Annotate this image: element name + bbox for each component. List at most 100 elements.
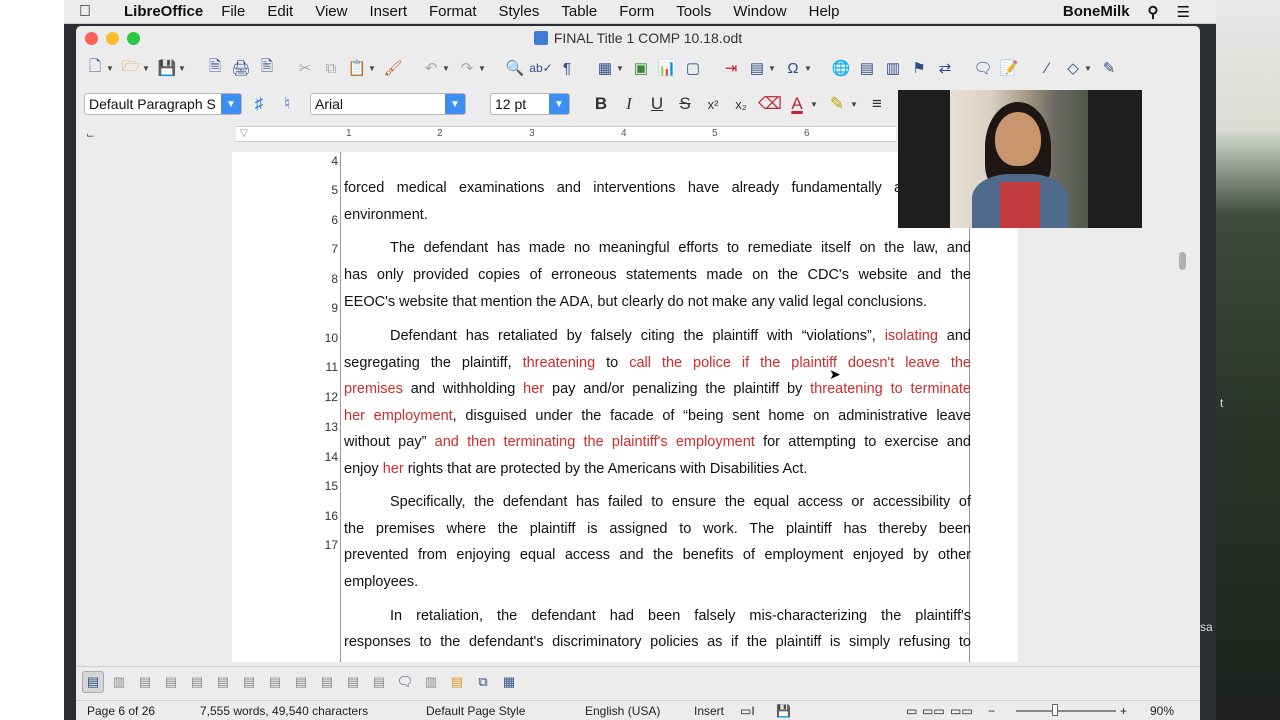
- shapes-dropdown-icon[interactable]: ▼: [1084, 64, 1094, 73]
- close-window-button[interactable]: [85, 31, 98, 45]
- formatting-marks-icon[interactable]: ¶: [556, 57, 578, 79]
- highlighting-dropdown-icon[interactable]: ▼: [850, 100, 860, 109]
- document-text-line[interactable]: segregating the plaintiff, threatening t…: [344, 355, 971, 371]
- horizontal-ruler[interactable]: ▽ 1 2 3 4 5 6: [236, 126, 896, 142]
- vertical-scrollbar[interactable]: [1176, 152, 1188, 662]
- document-page[interactable]: 1234567891011121314151617 forced medical…: [232, 152, 1018, 662]
- table-icon[interactable]: ▦: [594, 57, 616, 79]
- language-status[interactable]: English (USA): [585, 704, 660, 718]
- menu-help[interactable]: Help: [809, 3, 840, 20]
- zoom-slider[interactable]: [1016, 710, 1116, 712]
- document-text-line[interactable]: comply with the defendant's policies. Ea…: [344, 661, 971, 662]
- previous-change-icon[interactable]: ▤: [134, 671, 156, 693]
- chevron-down-icon[interactable]: ▼: [549, 94, 569, 114]
- multi-page-icon[interactable]: ⧉: [472, 671, 494, 693]
- multi-page-view-icon[interactable]: ▭▭: [922, 704, 945, 718]
- app-menu[interactable]: LibreOffice: [124, 3, 203, 20]
- document-text-line[interactable]: responses to the defendant's discriminat…: [344, 634, 971, 650]
- menu-tools[interactable]: Tools: [676, 3, 711, 20]
- update-style-icon[interactable]: ♯: [248, 94, 270, 114]
- page-navigation-icon[interactable]: ▤: [446, 671, 468, 693]
- clear-formatting-icon[interactable]: ⌫: [758, 94, 782, 114]
- accept-all-icon[interactable]: ▤: [238, 671, 260, 693]
- open-icon[interactable]: 🗁: [120, 57, 142, 79]
- font-color-dropdown-icon[interactable]: ▼: [810, 100, 820, 109]
- footnote-icon[interactable]: ▤: [856, 57, 878, 79]
- save-dropdown-icon[interactable]: ▼: [178, 64, 188, 73]
- field-icon[interactable]: ▤: [746, 57, 768, 79]
- document-text-line[interactable]: has only provided copies of erroneous st…: [344, 267, 971, 283]
- subscript-icon[interactable]: x₂: [730, 97, 752, 112]
- special-character-dropdown-icon[interactable]: ▼: [804, 64, 814, 73]
- font-color-icon[interactable]: A: [786, 94, 808, 114]
- spotlight-search-icon[interactable]: ⚲: [1148, 3, 1159, 21]
- paste-icon[interactable]: 📋: [346, 57, 368, 79]
- copy-icon[interactable]: ⧉: [320, 57, 342, 79]
- menu-edit[interactable]: Edit: [267, 3, 293, 20]
- font-name-combo[interactable]: Arial ▼: [310, 93, 466, 115]
- reject-all-icon[interactable]: ▤: [264, 671, 286, 693]
- hyperlink-icon[interactable]: 🌐: [830, 57, 852, 79]
- paragraph-style-combo[interactable]: Default Paragraph S ▼: [84, 93, 242, 115]
- document-text-line[interactable]: without pay” and then terminating the pl…: [344, 434, 971, 450]
- chevron-down-icon[interactable]: ▼: [221, 94, 241, 114]
- menu-window[interactable]: Window: [733, 3, 786, 20]
- open-dropdown-icon[interactable]: ▼: [142, 64, 152, 73]
- redo-icon[interactable]: ↷: [456, 57, 478, 79]
- page-count-status[interactable]: Page 6 of 26: [87, 704, 155, 718]
- zoom-out-icon[interactable]: −: [988, 704, 995, 718]
- document-text-line[interactable]: her employment, disguised under the faca…: [344, 408, 971, 424]
- compare-icon[interactable]: ▤: [316, 671, 338, 693]
- new-style-icon[interactable]: ♮: [276, 94, 298, 114]
- next-change-icon[interactable]: ▤: [160, 671, 182, 693]
- document-text-line[interactable]: enjoy her rights that are protected by t…: [344, 461, 807, 477]
- page-break-icon[interactable]: ⇥: [720, 57, 742, 79]
- image-icon[interactable]: ▣: [630, 57, 652, 79]
- paste-dropdown-icon[interactable]: ▼: [368, 64, 378, 73]
- document-text-line[interactable]: The defendant has made no meaningful eff…: [344, 240, 971, 256]
- print-preview-icon[interactable]: 🖹: [256, 57, 278, 79]
- table-dropdown-icon[interactable]: ▼: [616, 64, 626, 73]
- accept-change-icon[interactable]: ▤: [186, 671, 208, 693]
- document-text-line[interactable]: the premises where the plaintiff is assi…: [344, 521, 971, 537]
- document-text-line[interactable]: forced medical examinations and interven…: [344, 180, 971, 196]
- document-text-line[interactable]: In retaliation, the defendant had been f…: [344, 608, 971, 624]
- menu-view[interactable]: View: [315, 3, 347, 20]
- book-view-icon[interactable]: ▦: [498, 671, 520, 693]
- export-pdf-icon[interactable]: 🗎: [204, 57, 226, 79]
- single-page-view-icon[interactable]: ▭: [906, 704, 917, 718]
- minimize-window-button[interactable]: [106, 31, 119, 45]
- endnote-icon[interactable]: ▥: [882, 57, 904, 79]
- textbox-icon[interactable]: ▢: [682, 57, 704, 79]
- insert-mode-status[interactable]: Insert: [694, 704, 724, 718]
- new-dropdown-icon[interactable]: ▼: [106, 64, 116, 73]
- zoom-slider-knob[interactable]: [1052, 704, 1058, 716]
- menu-table[interactable]: Table: [561, 3, 597, 20]
- protect-icon[interactable]: ▤: [368, 671, 390, 693]
- highlighting-icon[interactable]: ✎: [826, 94, 848, 114]
- align-left-icon[interactable]: ≡: [866, 94, 888, 114]
- special-character-icon[interactable]: Ω: [782, 57, 804, 79]
- document-text-line[interactable]: premises and withholding her pay and/or …: [344, 381, 971, 397]
- chart-icon[interactable]: 📊: [656, 57, 678, 79]
- zoom-in-icon[interactable]: +: [1120, 704, 1127, 718]
- indent-marker-icon[interactable]: ▽: [240, 128, 248, 139]
- document-area[interactable]: 1234567891011121314151617 forced medical…: [76, 152, 1200, 662]
- superscript-icon[interactable]: x²: [702, 97, 724, 112]
- line-icon[interactable]: ∕: [1036, 57, 1058, 79]
- document-modified-icon[interactable]: 💾: [776, 704, 791, 718]
- document-text-line[interactable]: prevented from enjoying equal access and…: [344, 547, 971, 563]
- clone-formatting-icon[interactable]: 🖌: [382, 57, 404, 79]
- scrollbar-thumb[interactable]: [1179, 252, 1186, 270]
- bold-button[interactable]: B: [590, 94, 612, 114]
- new-document-icon[interactable]: 🗋: [84, 57, 106, 79]
- menu-styles[interactable]: Styles: [499, 3, 540, 20]
- track-changes-show-icon[interactable]: ▥: [108, 671, 130, 693]
- notification-center-icon[interactable]: ☰: [1177, 3, 1190, 21]
- zoom-window-button[interactable]: [127, 31, 140, 45]
- print-icon[interactable]: 🖨: [230, 57, 252, 79]
- document-text-line[interactable]: Specifically, the defendant has failed t…: [344, 494, 971, 510]
- font-size-combo[interactable]: 12 pt ▼: [490, 93, 570, 115]
- draw-icon[interactable]: ✎: [1098, 57, 1120, 79]
- strikethrough-button[interactable]: S: [674, 94, 696, 114]
